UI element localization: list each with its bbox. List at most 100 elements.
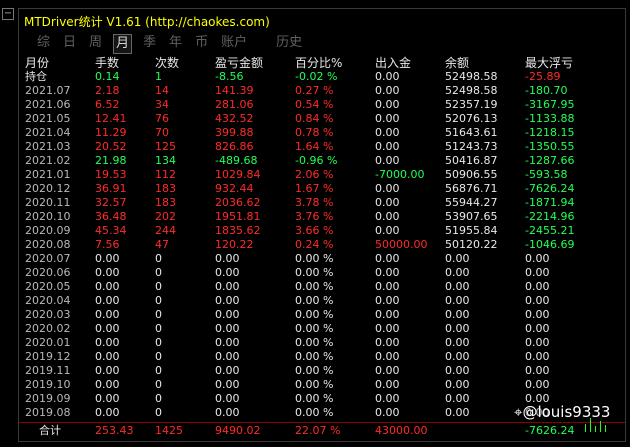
table-row: 2020.12 36.91 183 932.44 1.67 % 0.00 56876.71 -… [19,182,625,196]
tab-quarter[interactable]: 季 [141,34,158,54]
cell-percent: 3.76 % [295,210,334,223]
cell-balance: 0.00 [445,266,470,279]
cell-cash-flow: 0.00 [375,224,400,237]
cell-cash-flow: 0.00 [375,182,400,195]
cell-cash-flow: 0.00 [375,280,400,293]
cell-max-drawdown: -180.70 [525,84,568,97]
cell-max-drawdown: -593.58 [525,168,568,181]
cell-count: 0 [155,252,162,265]
cell-balance: 51643.61 [445,126,498,139]
cell-max-drawdown: 0.00 [525,280,550,293]
cell-lots: 0.00 [95,406,120,419]
panel-title: MTDriver统计 V1.61 (http://chaokes.com) [24,15,270,29]
table-row: 2020.04 0.00 0 0.00 0.00 % 0.00 0.00 0.00 [19,294,625,308]
cell-pnl: 141.39 [215,84,254,97]
tab-history[interactable]: 历史 [274,34,304,54]
cell-cash-flow: 0.00 [375,112,400,125]
period-tabs: 综 日 周 月 季 年 币 账户 历史 [35,34,313,54]
cell-percent: 0.00 % [295,294,334,307]
holding-balance: 52498.58 [445,70,498,83]
cell-lots: 6.52 [95,98,120,111]
total-count: 1425 [155,424,183,437]
table-row: 2020.03 0.00 0 0.00 0.00 % 0.00 0.00 0.00 [19,308,625,322]
cell-month: 2019.10 [25,378,71,391]
cell-pnl: 0.00 [215,350,240,363]
cell-count: 183 [155,196,176,209]
cell-lots: 19.53 [95,168,127,181]
cell-month: 2020.05 [25,280,71,293]
statistics-panel: MTDriver统计 V1.61 (http://chaokes.com) 综 … [18,8,626,442]
table-row: 2019.12 0.00 0 0.00 0.00 % 0.00 0.00 0.00 [19,350,625,364]
collapse-button[interactable]: − [2,8,14,20]
tab-month[interactable]: 月 [113,34,133,54]
cell-count: 0 [155,308,162,321]
cell-lots: 0.00 [95,252,120,265]
tab-overview[interactable]: 综 [35,34,52,54]
table-row: 2021.06 6.52 34 281.06 0.54 % 0.00 52357.19 -31… [19,98,625,112]
cell-month: 2019.11 [25,364,71,377]
cell-lots: 12.41 [95,112,127,125]
volume-tick [600,421,601,432]
table-row: 2020.11 32.57 183 2036.62 3.78 % 0.00 55944.27… [19,196,625,210]
cell-balance: 52357.19 [445,98,498,111]
total-lots: 253.43 [95,424,134,437]
cell-lots: 0.00 [95,336,120,349]
cell-cash-flow: 0.00 [375,266,400,279]
cell-count: 0 [155,406,162,419]
table-row: 2019.10 0.00 0 0.00 0.00 % 0.00 0.00 0.00 [19,378,625,392]
table-row: 2021.01 19.53 112 1029.84 2.06 % -7000.00 5090… [19,168,625,182]
cell-percent: 1.64 % [295,140,334,153]
cell-balance: 50906.55 [445,168,498,181]
cell-lots: 0.00 [95,308,120,321]
cell-max-drawdown: 0.00 [525,336,550,349]
total-pnl: 9490.02 [215,424,261,437]
cell-balance: 0.00 [445,252,470,265]
cell-cash-flow: 0.00 [375,322,400,335]
cell-percent: 0.00 % [295,336,334,349]
cell-month: 2021.07 [25,84,71,97]
cell-cash-flow: -7000.00 [375,168,425,181]
cell-pnl: 826.86 [215,140,254,153]
cell-month: 2021.04 [25,126,71,139]
table-row: 2020.08 7.56 47 120.22 0.24 % 50000.00 50120.2… [19,238,625,252]
cell-count: 125 [155,140,176,153]
tab-currency[interactable]: 币 [193,34,210,54]
cell-month: 2021.02 [25,154,71,167]
cell-count: 14 [155,84,169,97]
column-header-max-drawdown: 最大浮亏 [525,56,574,70]
cell-lots: 2.18 [95,84,120,97]
tab-year[interactable]: 年 [167,34,184,54]
table-header-row: 月份 手数 次数 盈亏金额 百分比% 出入金 余额 最大浮亏 [19,56,625,70]
cell-percent: 0.00 % [295,266,334,279]
tab-day[interactable]: 日 [61,34,78,54]
table-row: 2020.07 0.00 0 0.00 0.00 % 0.00 0.00 0.00 [19,252,625,266]
cell-balance: 0.00 [445,294,470,307]
cell-max-drawdown: 0.00 [525,294,550,307]
tab-week[interactable]: 周 [87,34,104,54]
holding-max-drawdown: -25.89 [525,70,561,83]
cell-max-drawdown: 0.00 [525,350,550,363]
total-percent: 22.07 % [295,424,341,437]
cell-pnl: 0.00 [215,294,240,307]
cell-percent: 0.00 % [295,252,334,265]
table-row: 2020.09 45.34 244 1835.62 3.66 % 0.00 51955.84… [19,224,625,238]
cell-count: 202 [155,210,176,223]
cell-percent: 3.78 % [295,196,334,209]
tab-account[interactable]: 账户 [219,34,249,54]
cell-month: 2020.07 [25,252,71,265]
cell-month: 2019.09 [25,392,71,405]
cell-pnl: 0.00 [215,322,240,335]
cell-pnl: 2036.62 [215,196,261,209]
cell-count: 0 [155,392,162,405]
total-max-drawdown: -7626.24 [525,424,575,437]
cell-lots: 36.48 [95,210,127,223]
cell-lots: 21.98 [95,154,127,167]
cell-cash-flow: 0.00 [375,140,400,153]
table-row: 2019.11 0.00 0 0.00 0.00 % 0.00 0.00 0.00 [19,364,625,378]
cell-max-drawdown: 0.00 [525,378,550,391]
cell-month: 2021.03 [25,140,71,153]
cell-percent: 0.00 % [295,406,334,419]
cell-month: 2020.01 [25,336,71,349]
column-header-pnl: 盈亏金额 [215,56,264,70]
cell-balance: 52076.13 [445,112,498,125]
